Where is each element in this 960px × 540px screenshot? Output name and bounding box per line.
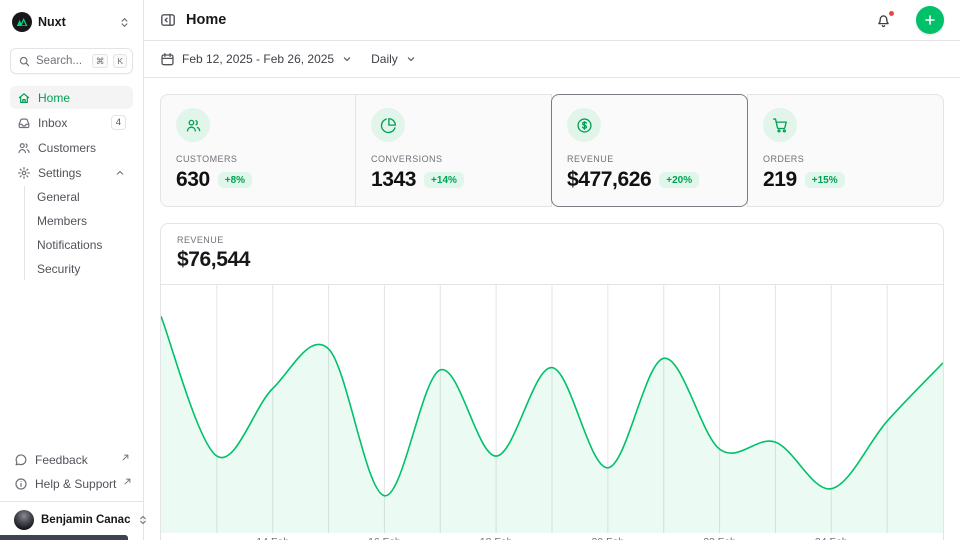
stat-card-customers[interactable]: CUSTOMERS 630 +8% [160, 94, 356, 207]
workspace-name: Nuxt [38, 15, 112, 29]
chevron-down-icon [341, 53, 353, 65]
user-name: Benjamin Canac [41, 514, 130, 526]
app-window: Nuxt Search... ⌘ K Home Inbox 4 Customer… [0, 0, 960, 540]
x-tick-label: 24 Feb [815, 536, 848, 540]
page-header: Home [144, 0, 960, 41]
stat-value: 219 [763, 168, 797, 192]
search-placeholder: Search... [36, 55, 87, 67]
sidebar: Nuxt Search... ⌘ K Home Inbox 4 Customer… [0, 0, 144, 540]
notification-dot [888, 10, 895, 17]
chart-metric-label: REVENUE [177, 235, 927, 245]
stat-label: CUSTOMERS [176, 154, 340, 164]
sidebar-item-customers[interactable]: Customers [10, 136, 133, 159]
filters-toolbar: Feb 12, 2025 - Feb 26, 2025 Daily [144, 41, 960, 78]
chevron-down-icon [405, 53, 417, 65]
stat-label: ORDERS [763, 154, 928, 164]
stat-delta-badge: +14% [424, 172, 464, 188]
x-tick-label: 22 Feb [703, 536, 736, 540]
add-button[interactable] [916, 6, 944, 34]
search-icon [18, 55, 31, 68]
chevron-up-down-icon [118, 16, 131, 29]
panel-left-close-icon [160, 12, 176, 28]
workspace-selector[interactable]: Nuxt [10, 10, 133, 32]
sidebar-item-home[interactable]: Home [10, 86, 133, 109]
help-support-link[interactable]: Help & Support [10, 473, 133, 495]
kbd-k: K [113, 54, 127, 68]
chart-pie-icon [371, 108, 405, 142]
date-range-picker[interactable]: Feb 12, 2025 - Feb 26, 2025 [160, 52, 353, 67]
home-icon [17, 91, 31, 105]
stat-delta-badge: +8% [218, 172, 252, 188]
calendar-icon [160, 52, 175, 67]
x-axis-tick-labels: 14 Feb 16 Feb 18 Feb 20 Feb 22 Feb 24 Feb [161, 533, 943, 540]
x-tick-label: 16 Feb [368, 536, 401, 540]
date-range-value: Feb 12, 2025 - Feb 26, 2025 [182, 52, 334, 66]
shopping-cart-icon [763, 108, 797, 142]
notifications-button[interactable] [875, 12, 892, 29]
chart-plot-area[interactable]: 14 Feb 16 Feb 18 Feb 20 Feb 22 Feb 24 Feb [161, 284, 943, 540]
chevron-up-down-icon [137, 514, 149, 526]
main-area: Home Feb 12, 2025 - Feb 26, 2025 Daily [144, 0, 960, 540]
content: CUSTOMERS 630 +8% CONVERSIONS 1343 +14% [144, 78, 960, 540]
kbd-cmd: ⌘ [92, 54, 109, 68]
avatar [14, 510, 34, 530]
page-title: Home [186, 12, 865, 28]
sidebar-footer: Feedback Help & Support Benjamin Canac [10, 449, 133, 532]
stat-value: 1343 [371, 168, 416, 192]
sidebar-item-settings[interactable]: Settings [10, 161, 133, 184]
chevron-up-icon [114, 167, 126, 179]
external-link-icon [124, 478, 131, 485]
sidebar-nav: Home Inbox 4 Customers Settings General … [10, 86, 133, 282]
x-tick-label: 20 Feb [591, 536, 624, 540]
stat-delta-badge: +20% [659, 172, 699, 188]
stats-row: CUSTOMERS 630 +8% CONVERSIONS 1343 +14% [160, 94, 944, 207]
sidebar-item-inbox[interactable]: Inbox 4 [10, 111, 133, 134]
circle-dollar-icon [567, 108, 601, 142]
sidebar-item-notifications[interactable]: Notifications [27, 234, 133, 256]
revenue-chart-card: REVENUE $76,544 14 Feb 16 Feb 18 Feb 20 Feb… [160, 223, 944, 540]
external-link-icon [122, 454, 129, 461]
period-select[interactable]: Daily [371, 52, 417, 66]
search-input[interactable]: Search... ⌘ K [10, 48, 133, 74]
nuxt-logo-icon [12, 12, 32, 32]
sidebar-item-members[interactable]: Members [27, 210, 133, 232]
x-tick-label: 18 Feb [480, 536, 513, 540]
message-bubble-icon [14, 453, 28, 467]
settings-submenu: General Members Notifications Security [24, 186, 133, 280]
sidebar-collapse-button[interactable] [160, 12, 176, 28]
feedback-link[interactable]: Feedback [10, 449, 133, 471]
stat-card-orders[interactable]: ORDERS 219 +15% [747, 94, 944, 207]
stat-value: $477,626 [567, 168, 651, 192]
divider [0, 501, 143, 502]
x-tick-label: 14 Feb [256, 536, 289, 540]
stat-card-revenue[interactable]: REVENUE $477,626 +20% [551, 94, 748, 207]
gear-icon [17, 166, 31, 180]
users-icon [176, 108, 210, 142]
sidebar-item-security[interactable]: Security [27, 258, 133, 280]
users-icon [17, 141, 31, 155]
inbox-count-badge: 4 [111, 115, 126, 130]
stat-delta-badge: +15% [805, 172, 845, 188]
info-circle-icon [14, 477, 28, 491]
plus-icon [922, 12, 938, 28]
inbox-icon [17, 116, 31, 130]
user-menu[interactable]: Benjamin Canac [10, 508, 133, 532]
revenue-area-chart [161, 285, 943, 533]
bottom-edge-artifact [0, 535, 128, 540]
chart-metric-value: $76,544 [177, 248, 927, 272]
stat-label: REVENUE [567, 154, 732, 164]
stat-card-conversions[interactable]: CONVERSIONS 1343 +14% [355, 94, 552, 207]
period-value: Daily [371, 52, 398, 66]
stat-label: CONVERSIONS [371, 154, 536, 164]
chart-header: REVENUE $76,544 [161, 224, 943, 284]
stat-value: 630 [176, 168, 210, 192]
sidebar-item-general[interactable]: General [27, 186, 133, 208]
